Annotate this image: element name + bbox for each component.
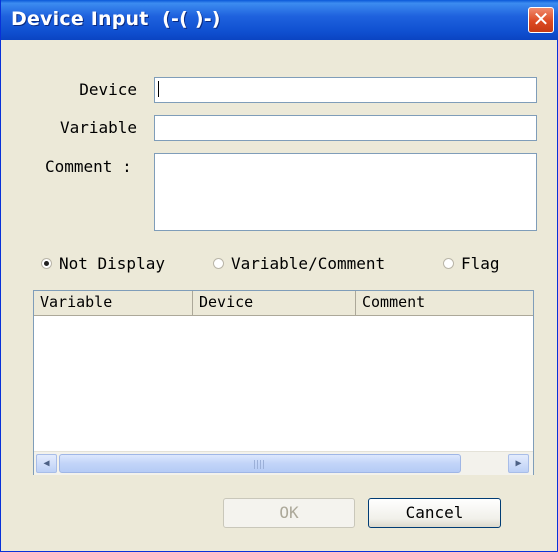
radio-variable-comment[interactable]: Variable/Comment <box>213 254 385 273</box>
radio-label: Not Display <box>59 254 165 273</box>
column-header-comment[interactable]: Comment <box>356 291 533 315</box>
comment-field[interactable] <box>154 153 537 231</box>
close-button[interactable]: ✕ <box>528 7 554 33</box>
list-header: Variable Device Comment <box>34 291 533 316</box>
radio-label: Variable/Comment <box>231 254 386 273</box>
title-bar[interactable]: Device Input (-( )-) ✕ <box>1 0 558 40</box>
arrow-right-icon: ▶ <box>515 458 522 469</box>
scroll-left-button[interactable]: ◀ <box>36 454 57 473</box>
close-icon: ✕ <box>532 7 550 31</box>
ok-button[interactable]: OK <box>223 498 355 528</box>
radio-selected-icon <box>41 258 52 269</box>
variable-field[interactable] <box>154 115 537 141</box>
radio-flag[interactable]: Flag <box>443 254 500 273</box>
scroll-thumb[interactable] <box>59 454 461 473</box>
device-field[interactable] <box>154 77 537 103</box>
column-header-device[interactable]: Device <box>193 291 356 315</box>
arrow-left-icon: ◀ <box>43 458 50 469</box>
radio-icon <box>443 258 454 269</box>
device-label: Device <box>79 80 137 99</box>
variable-list[interactable]: Variable Device Comment ◀ ▶ <box>33 290 534 475</box>
radio-not-display[interactable]: Not Display <box>41 254 165 273</box>
column-header-variable[interactable]: Variable <box>34 291 193 315</box>
horizontal-scrollbar[interactable]: ◀ ▶ <box>34 451 533 475</box>
window-title: Device Input (-( )-) <box>11 8 221 30</box>
variable-label: Variable <box>59 118 137 137</box>
grip-icon <box>254 460 266 469</box>
radio-icon <box>213 258 224 269</box>
cancel-button[interactable]: Cancel <box>368 498 501 528</box>
comment-label: Comment : <box>45 157 132 176</box>
text-caret <box>158 81 159 97</box>
scroll-right-button[interactable]: ▶ <box>508 454 529 473</box>
device-input-dialog: Device Input (-( )-) ✕ Device Variable C… <box>0 0 558 552</box>
radio-label: Flag <box>461 254 500 273</box>
